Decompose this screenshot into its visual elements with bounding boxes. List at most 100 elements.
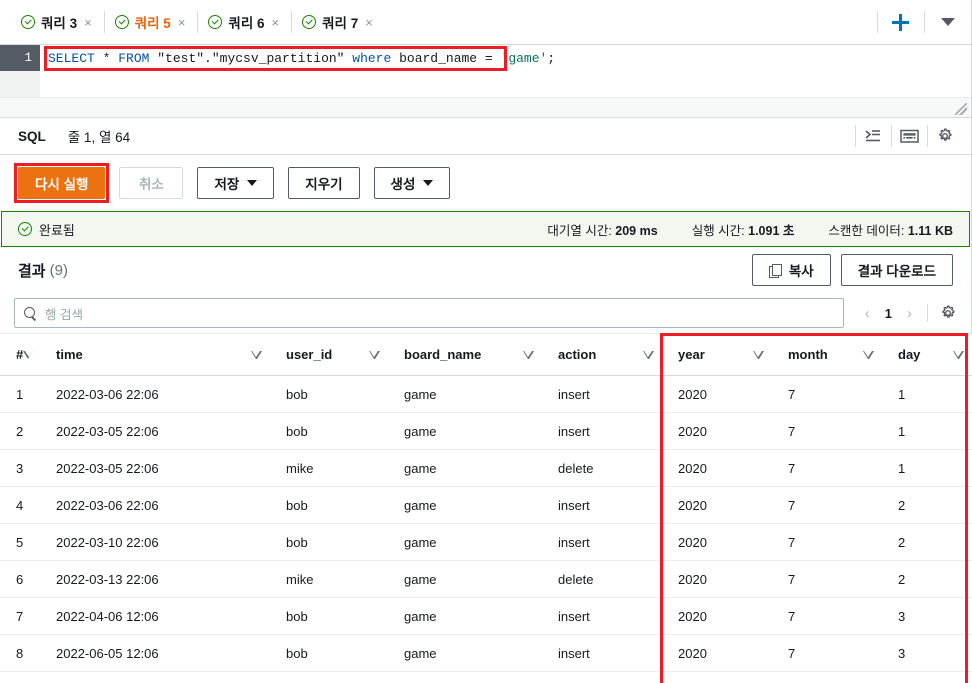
tab-query-6[interactable]: 쿼리 6 × [197,0,291,44]
keyboard-icon[interactable] [891,117,927,155]
table-row[interactable]: 5 2022-03-10 22:06 bob game insert 2020 … [0,523,972,561]
cell-index: 1 [0,375,40,413]
cell-time: 2022-03-06 22:06 [40,486,270,524]
cell-time: 2022-03-05 22:06 [40,449,270,487]
column-header-user-id[interactable]: user_id [270,333,388,376]
cell-user-id: bob [270,634,388,672]
resize-handle-icon[interactable] [955,103,967,115]
cell-user-id: bob [270,486,388,524]
check-circle-icon [114,15,129,29]
check-circle-icon [18,222,32,236]
cell-user-id: bob [270,523,388,561]
table-row[interactable]: 7 2022-04-06 12:06 bob game insert 2020 … [0,597,972,635]
column-header-day[interactable]: day [882,333,972,376]
run-time-metric: 실행 시간: 1.091 초 [692,220,795,239]
cell-day: 1 [882,375,972,413]
cell-year: 2020 [662,486,772,524]
run-time-value: 1.091 초 [748,223,795,238]
table-row[interactable]: 1 2022-03-06 22:06 bob game insert 2020 … [0,375,972,413]
editor-empty-line[interactable] [0,71,971,97]
plus-icon [892,13,909,31]
cell-year: 2020 [662,671,772,683]
status-label: 완료됨 [39,222,75,238]
tab-close-icon[interactable]: × [83,16,93,29]
sql-star: * [94,50,119,66]
table-row[interactable]: 3 2022-03-05 22:06 mike game delete 2020… [0,449,972,487]
tab-close-icon[interactable]: × [271,16,281,29]
table-row[interactable]: 9 2022-09-05 18:06 mike game delete 2020… [0,671,972,683]
cell-day: 2 [882,486,972,524]
table-row[interactable]: 2 2022-03-05 22:06 bob game insert 2020 … [0,412,972,450]
chevron-left-icon[interactable]: ‹ [861,305,874,322]
rerun-button-wrapper: 다시 실행 [14,163,110,203]
rerun-query-button[interactable]: 다시 실행 [18,167,106,199]
cell-year: 2020 [662,412,772,450]
copy-results-button[interactable]: 복사 [751,254,831,286]
sort-icon[interactable] [251,350,262,359]
results-table: # time user_id board_name action year mo… [0,333,972,683]
sort-icon[interactable] [753,350,764,359]
query-status-banner: 완료됨 대기열 시간: 209 ms 실행 시간: 1.091 초 스캔한 데이… [1,211,970,247]
sort-icon[interactable] [643,350,654,359]
cell-index: 7 [0,597,40,635]
page-number[interactable]: 1 [878,306,899,321]
cell-board-name: game [388,597,542,635]
editor-status-bar: SQL 줄 1, 열 64 [0,117,971,155]
cell-action: delete [542,560,662,598]
column-header-year[interactable]: year [662,333,772,376]
tab-query-3[interactable]: 쿼리 3 × [10,0,104,44]
sort-icon[interactable] [863,350,874,359]
cell-action: insert [542,523,662,561]
cell-year: 2020 [662,597,772,635]
sort-icon[interactable] [369,350,380,359]
clear-query-button[interactable]: 지우기 [288,167,360,199]
download-results-button[interactable]: 결과 다운로드 [840,254,953,286]
scanned-label: 스캔한 데이터: [828,223,905,238]
tab-close-icon[interactable]: × [364,16,374,29]
table-row[interactable]: 8 2022-06-05 12:06 bob game insert 2020 … [0,634,972,672]
header-label: action [558,347,597,362]
table-row[interactable]: 4 2022-03-06 22:06 bob game insert 2020 … [0,486,972,524]
search-input[interactable]: 행 검색 [14,298,844,328]
sql-keyword-select: SELECT [48,50,95,66]
cell-board-name: game [388,412,542,450]
tab-close-icon[interactable]: × [177,16,187,29]
tab-overflow-menu-button[interactable] [924,0,971,44]
create-button[interactable]: 생성 [373,167,451,199]
cell-year: 2020 [662,634,772,672]
format-indent-icon[interactable] [855,117,891,155]
cell-board-name: game [388,486,542,524]
tab-bar-controls [877,0,971,44]
editor-blank-area[interactable] [40,71,971,97]
scanned-data-metric: 스캔한 데이터: 1.11 KB [828,220,953,239]
results-settings-gear-icon[interactable] [939,304,957,322]
tab-query-7[interactable]: 쿼리 7 × [291,0,385,44]
tab-query-5[interactable]: 쿼리 5 × [103,0,198,44]
editor-resize-strip[interactable] [0,97,971,117]
sort-icon[interactable] [523,350,534,359]
column-header-time[interactable]: time [40,333,270,376]
chevron-right-icon[interactable]: › [903,305,916,322]
check-circle-icon [302,15,317,29]
column-header-action[interactable]: action [542,333,662,376]
new-query-tab-button[interactable] [877,0,924,44]
sort-icon[interactable] [23,350,33,359]
settings-gear-icon[interactable] [927,117,971,155]
athena-query-editor: 쿼리 3 × 쿼리 5 × 쿼리 6 × 쿼리 7 × 1 SELECT * F… [0,0,972,683]
sort-icon[interactable] [953,350,964,359]
cell-month: 7 [772,560,882,598]
column-header-board-name[interactable]: board_name [388,333,542,376]
table-head: # time user_id board_name action year mo… [0,333,972,376]
cancel-query-button[interactable]: 취소 [119,167,184,199]
save-query-button[interactable]: 저장 [197,167,275,199]
column-header-index[interactable]: # [0,333,40,376]
results-table-area: # time user_id board_name action year mo… [0,333,972,683]
header-label: # [16,347,24,362]
sql-semicolon: ; [547,50,556,66]
sql-editor[interactable]: 1 SELECT * FROM "test"."mycsv_partition"… [0,45,971,117]
cell-user-id: mike [270,449,388,487]
header-label: board_name [404,347,482,362]
table-row[interactable]: 6 2022-03-13 22:06 mike game delete 2020… [0,560,972,598]
sql-code-line[interactable]: SELECT * FROM "test"."mycsv_partition" w… [40,45,971,71]
column-header-month[interactable]: month [772,333,882,376]
